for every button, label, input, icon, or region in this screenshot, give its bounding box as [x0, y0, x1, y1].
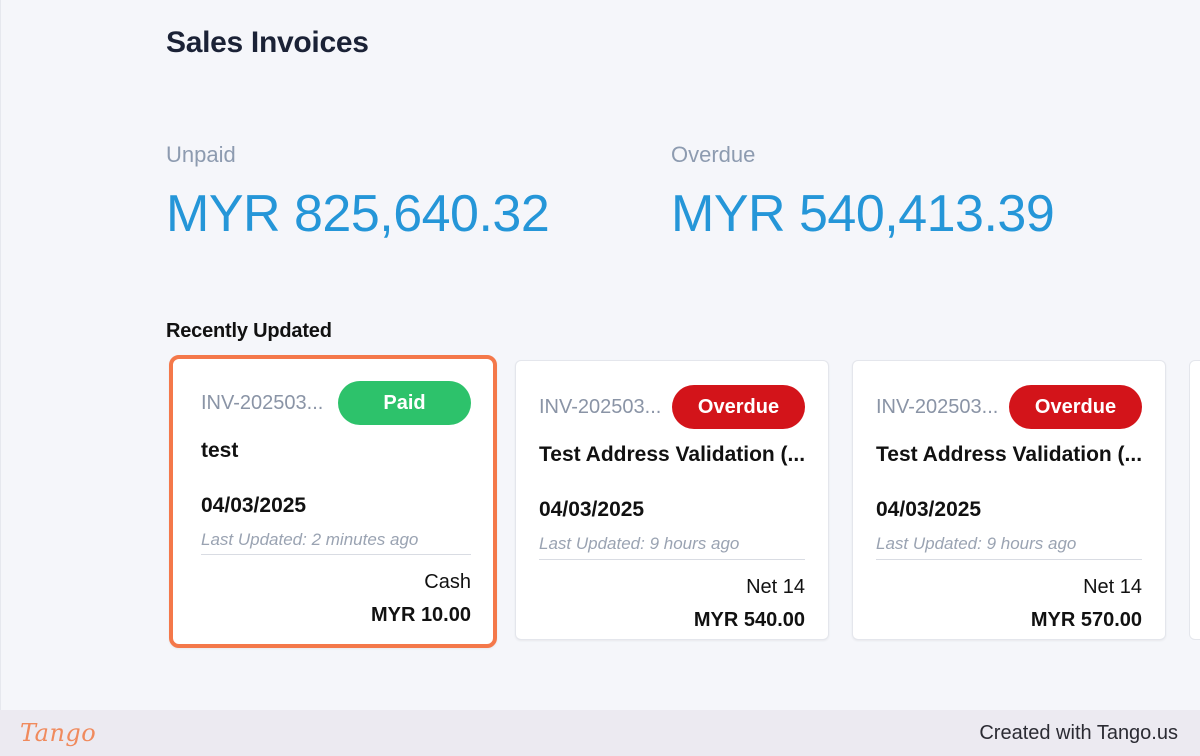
overdue-label: Overdue	[671, 142, 756, 167]
footer: Tango Created with Tango.us	[0, 710, 1200, 756]
customer-name: test	[201, 439, 239, 462]
card-header: INV-202503... Overdue	[539, 385, 805, 429]
status-badge: Overdue	[1009, 385, 1142, 429]
invoice-date: 04/03/2025	[201, 494, 307, 517]
overdue-summary[interactable]: Overdue MYR 540,413.39	[671, 142, 1055, 244]
last-updated: Last Updated: 2 minutes ago	[201, 530, 419, 549]
invoice-card[interactable]: INV-202503... Paid test 04/03/2025 Last …	[169, 355, 497, 648]
invoice-card[interactable]: INV-202503... Overdue Test Address Valid…	[852, 360, 1166, 640]
status-badge: Overdue	[672, 385, 805, 429]
invoice-card[interactable]: INV-202503... Overdue Test Address Valid…	[515, 360, 829, 640]
payment-terms: Net 14	[1083, 576, 1142, 598]
status-badge: Paid	[338, 381, 471, 425]
divider	[539, 559, 805, 560]
tango-logo: Tango	[20, 719, 97, 747]
customer-name: Test Address Validation (...	[876, 443, 1143, 466]
invoice-amount: MYR 10.00	[370, 604, 471, 626]
invoice-number: INV-202503...	[201, 391, 324, 414]
invoice-number: INV-202503...	[876, 395, 999, 418]
invoice-amount: MYR 570.00	[1030, 609, 1142, 631]
unpaid-label: Unpaid	[166, 142, 236, 167]
recently-updated-title: Recently Updated	[166, 320, 332, 342]
card-header: INV-202503... Paid	[201, 381, 471, 425]
divider	[201, 554, 471, 555]
unpaid-value: MYR 825,640.32	[166, 185, 550, 243]
invoice-card-partial[interactable]	[1189, 360, 1200, 640]
divider	[876, 559, 1142, 560]
payment-terms: Cash	[424, 571, 471, 593]
unpaid-summary[interactable]: Unpaid MYR 825,640.32	[166, 142, 550, 244]
last-updated: Last Updated: 9 hours ago	[539, 534, 740, 553]
invoice-number: INV-202503...	[539, 395, 662, 418]
overdue-value: MYR 540,413.39	[671, 185, 1055, 243]
last-updated: Last Updated: 9 hours ago	[876, 534, 1077, 553]
page-title: Sales Invoices	[166, 26, 369, 59]
invoice-date: 04/03/2025	[539, 498, 645, 521]
invoice-date: 04/03/2025	[876, 498, 982, 521]
payment-terms: Net 14	[746, 576, 805, 598]
card-header: INV-202503... Overdue	[876, 385, 1142, 429]
customer-name: Test Address Validation (...	[539, 443, 806, 466]
footer-credit: Created with Tango.us	[979, 721, 1178, 744]
invoice-amount: MYR 540.00	[693, 609, 805, 631]
main-content: Sales Invoices Unpaid MYR 825,640.32 Ove…	[0, 0, 1200, 710]
